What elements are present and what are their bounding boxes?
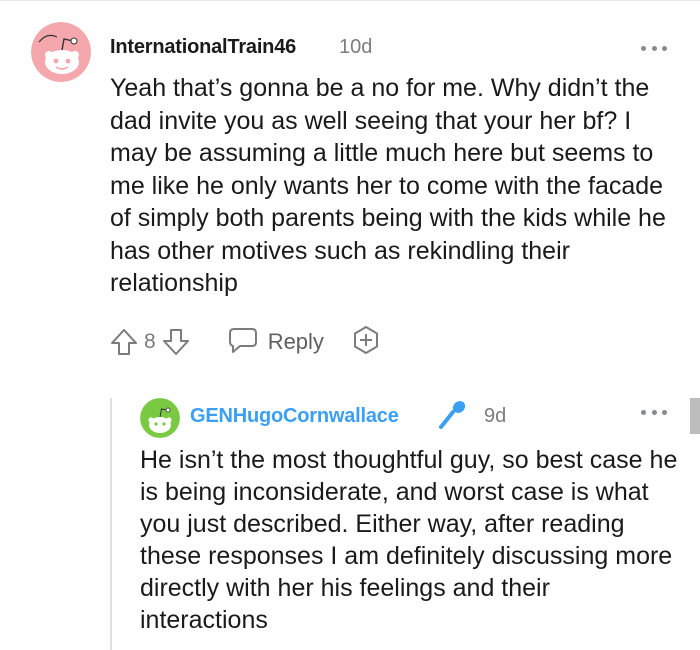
award-plus-icon[interactable] <box>350 324 382 361</box>
comment-author[interactable]: InternationalTrain46 <box>110 36 296 59</box>
snoo-avatar-icon[interactable] <box>140 398 180 438</box>
reply-button[interactable]: Reply <box>228 326 324 359</box>
reply-label: Reply <box>267 329 324 354</box>
comment-timestamp: 10d <box>339 36 373 58</box>
reply-body: He isn’t the most thoughtful guy, so bes… <box>140 446 678 634</box>
top-divider <box>0 0 700 1</box>
reply-timestamp: 9d <box>484 405 507 427</box>
reply-author[interactable]: GENHugoCornwallace <box>190 405 399 428</box>
more-options-icon[interactable] <box>641 46 667 52</box>
more-options-icon[interactable] <box>641 410 667 416</box>
snoo-avatar-icon[interactable] <box>31 22 91 82</box>
microphone-icon <box>436 398 470 437</box>
comment-actions: 8 Reply <box>108 324 382 360</box>
vote-score: 8 <box>144 330 156 353</box>
upvote-icon[interactable] <box>108 326 140 358</box>
downvote-icon[interactable] <box>160 326 192 358</box>
comment-body: Yeah that’s gonna be a no for me. Why di… <box>110 74 666 297</box>
scrollbar-thumb[interactable] <box>690 398 700 434</box>
thread-line[interactable] <box>110 398 112 650</box>
reply-bubble-icon <box>228 326 258 359</box>
